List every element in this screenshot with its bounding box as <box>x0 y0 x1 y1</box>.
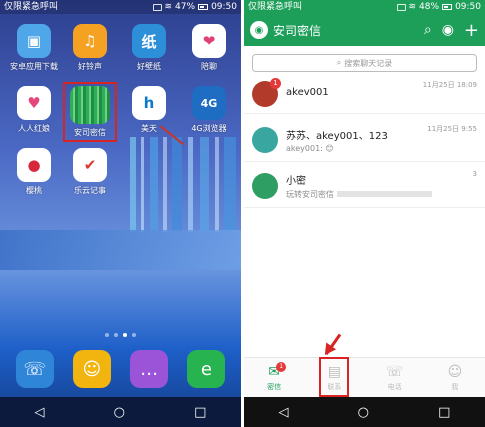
cherry-icon: ● <box>17 148 51 182</box>
carrier-text: 仅限紧急呼叫 <box>248 2 303 12</box>
blurred-text <box>336 191 432 197</box>
tab-me[interactable]: ☺ 我 <box>435 364 475 392</box>
home-screen: 仅限紧急呼叫 ≋ 47% 09:50 ▣ 安卓应用下载 ♫ 好铃声 纸 好壁纸 … <box>0 0 241 427</box>
page-dot <box>114 333 118 337</box>
battery-percent: 48% <box>419 2 440 12</box>
nav-bar: ◁ ○ □ <box>244 397 485 427</box>
app-notes[interactable]: ✔ 乐云记事 <box>65 148 115 196</box>
music-note-icon: ♫ <box>73 24 107 58</box>
heart-figure-icon: ♥ <box>17 86 51 120</box>
conversation-row[interactable]: 苏苏、akey001、123 akey001: 😊 11月25日 9:55 <box>244 118 485 162</box>
app-title: 安司密信 <box>273 23 322 38</box>
messages-icon[interactable]: … <box>130 350 169 388</box>
recents-icon[interactable]: □ <box>194 405 206 420</box>
contacts-icon[interactable]: ☺ <box>72 350 111 388</box>
highlight-box <box>319 357 349 397</box>
app-label: 乐云记事 <box>74 186 106 195</box>
app-ringtones[interactable]: ♫ 好铃声 <box>65 24 115 72</box>
conversation-preview: akey001: 😊 <box>286 143 334 153</box>
lock-icon[interactable]: ◉ <box>442 22 454 38</box>
conversation-time: 11月25日 9:55 <box>427 125 477 133</box>
app-label: 安卓应用下载 <box>10 62 58 71</box>
page-dot <box>132 333 136 337</box>
back-icon[interactable]: ◁ <box>35 405 45 420</box>
group-avatar <box>252 126 278 153</box>
app-label: 4G浏览器 <box>191 124 227 133</box>
dock: ☏ ☺ … e <box>0 350 241 388</box>
conversation-count: 3 <box>472 170 477 178</box>
battery-icon <box>198 4 209 10</box>
search-icon[interactable]: ⌕ <box>424 22 432 38</box>
tab-phone[interactable]: ☏ 电话 <box>375 364 415 392</box>
app-logo-icon: ◉ <box>250 21 268 39</box>
chat-bubble-icon: ✉ <box>268 363 280 380</box>
app-label: 人人红娘 <box>18 124 50 133</box>
status-bar: 仅限紧急呼叫 ≋ 48% 09:50 <box>244 0 485 14</box>
wifi-icon: ≋ <box>408 2 417 12</box>
notification-icon <box>396 3 406 11</box>
check-circle-icon: ✔ <box>73 148 107 182</box>
globe-4g-icon: 4G <box>192 86 226 120</box>
page-indicator <box>0 333 241 337</box>
conversation-preview: 玩转安司密信 <box>286 189 334 199</box>
conversation-row[interactable]: 小密 玩转安司密信 3 <box>244 164 485 208</box>
back-icon[interactable]: ◁ <box>279 405 289 420</box>
bag-icon: ▣ <box>17 24 51 58</box>
tab-label: 我 <box>451 382 459 391</box>
app-header: ◉ 安司密信 ⌕ ◉ + <box>244 14 485 46</box>
clock: 09:50 <box>211 2 237 12</box>
app-meitian[interactable]: h 美天 <box>124 86 174 134</box>
tab-label: 密信 <box>267 382 282 391</box>
messenger-screen: 仅限紧急呼叫 ≋ 48% 09:50 ◉ 安司密信 ⌕ ◉ + ⌕ 搜索聊天记录… <box>244 0 485 427</box>
battery-percent: 47% <box>175 2 196 12</box>
battery-icon <box>442 4 453 10</box>
tab-badge: 1 <box>276 361 287 372</box>
app-wallpaper[interactable]: 纸 好壁纸 <box>124 24 174 72</box>
heart-icon: ❤ <box>192 24 226 58</box>
conversation-name: 苏苏、akey001、123 <box>286 130 388 142</box>
recents-icon[interactable]: □ <box>438 405 450 420</box>
avatar <box>252 172 278 199</box>
search-input[interactable]: ⌕ 搜索聊天记录 <box>252 54 477 72</box>
conversation-name: 小密 <box>286 175 306 187</box>
app-label: 好铃声 <box>78 62 102 71</box>
letter-h-icon: h <box>132 86 166 120</box>
app-android-store[interactable]: ▣ 安卓应用下载 <box>9 24 59 72</box>
search-small-icon: ⌕ <box>336 58 342 67</box>
app-label: 陪聊 <box>201 62 217 71</box>
bottom-tab-bar: ✉ 1 密信 ▤ 联系 ☏ 电话 ☺ 我 <box>244 357 485 397</box>
add-icon[interactable]: + <box>464 20 479 41</box>
home-icon[interactable]: ○ <box>114 405 125 420</box>
page-dot <box>105 333 109 337</box>
highlight-box <box>63 82 117 142</box>
wifi-icon: ≋ <box>164 2 173 12</box>
conversation-name: akev001 <box>286 87 329 98</box>
conversation-row[interactable]: 1 akev001 11月25日 18:09 <box>244 74 485 114</box>
phone-handset-icon: ☏ <box>385 363 404 380</box>
status-bar: 仅限紧急呼叫 ≋ 47% 09:50 <box>0 0 241 14</box>
app-chat-companion[interactable]: ❤ 陪聊 <box>184 24 234 72</box>
tab-messages[interactable]: ✉ 1 密信 <box>254 361 294 392</box>
person-icon: ☺ <box>447 363 463 380</box>
glitch-band <box>0 230 241 270</box>
phone-icon[interactable]: ☏ <box>15 350 54 388</box>
nav-bar: ◁ ○ □ <box>0 397 241 427</box>
app-cherry[interactable]: ● 樱桃 <box>9 148 59 196</box>
carrier-text: 仅限紧急呼叫 <box>4 2 59 12</box>
conversation-time: 11月25日 18:09 <box>422 81 477 89</box>
search-placeholder: 搜索聊天记录 <box>344 58 393 68</box>
home-icon[interactable]: ○ <box>358 405 369 420</box>
unread-badge: 1 <box>270 77 281 89</box>
app-label: 好壁纸 <box>137 62 161 71</box>
clock: 09:50 <box>455 2 481 12</box>
app-matchmaker[interactable]: ♥ 人人红娘 <box>9 86 59 134</box>
page-dot-active <box>123 333 127 337</box>
wallpaper-icon: 纸 <box>132 24 166 58</box>
browser-icon[interactable]: e <box>187 350 226 388</box>
avatar: 1 <box>252 77 281 107</box>
app-4g-browser[interactable]: 4G 4G浏览器 <box>184 86 234 134</box>
tab-label: 电话 <box>387 382 402 391</box>
app-label: 樱桃 <box>26 186 42 195</box>
notification-icon <box>152 3 162 11</box>
